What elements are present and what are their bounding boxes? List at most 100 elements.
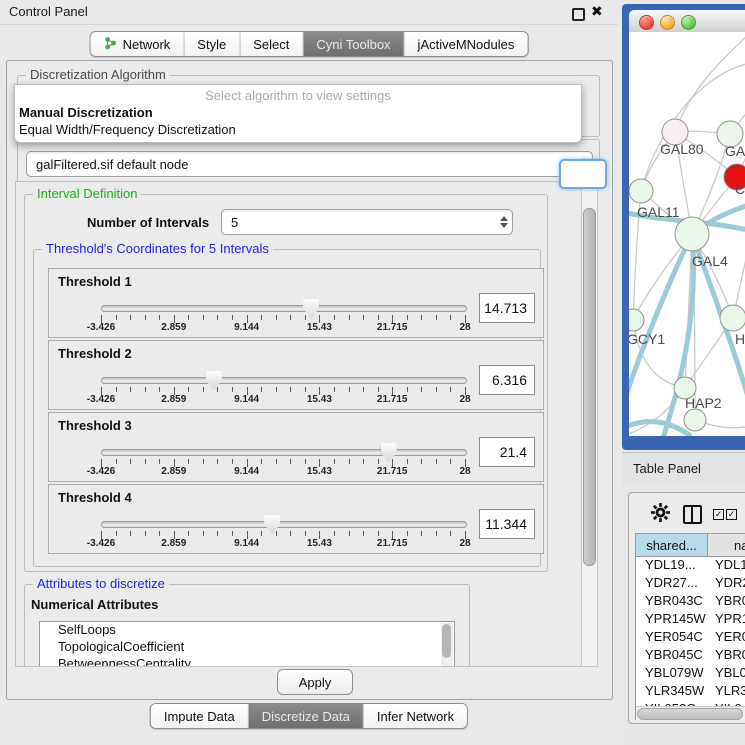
- control-panel-titlebar: Control Panel ✖: [0, 0, 618, 25]
- close-traffic-light[interactable]: [639, 15, 654, 30]
- table-row[interactable]: YER054CYER0: [636, 629, 745, 647]
- table-horizontal-scrollbar[interactable]: [636, 706, 745, 720]
- table-row[interactable]: YBL079WYBL0: [636, 665, 745, 683]
- float-window-icon[interactable]: [572, 8, 585, 21]
- tab-network[interactable]: Network: [91, 32, 185, 56]
- network-window-titlebar[interactable]: [629, 10, 745, 33]
- table-columns-icon[interactable]: [683, 505, 702, 524]
- minor-tick: [203, 531, 204, 536]
- slider-track[interactable]: [101, 449, 467, 456]
- tab-jactivemnodules[interactable]: jActiveMNodules: [405, 32, 528, 56]
- slider-thumb[interactable]: [206, 371, 222, 390]
- close-icon[interactable]: ✖: [591, 3, 603, 20]
- numerical-attributes-list[interactable]: SelfLoopsTopologicalCoefficientBetweenne…: [39, 621, 455, 667]
- table-row[interactable]: YDR27...YDR2: [636, 575, 745, 593]
- minor-tick: [188, 387, 189, 392]
- threshold-label: Threshold 3: [58, 418, 132, 433]
- GAL4-node[interactable]: [675, 217, 709, 251]
- network-icon: [104, 36, 118, 53]
- algorithm-combobox[interactable]: [559, 159, 607, 189]
- table-data-combobox[interactable]: galFiltered.sif default node: [26, 151, 593, 177]
- list-scrollbar[interactable]: [441, 623, 453, 667]
- cell-shared-name[interactable]: YPR145W: [636, 611, 708, 629]
- combo-stepper-icon[interactable]: [496, 216, 512, 228]
- network-canvas[interactable]: GAL80GACGAL11GAL4GCY1HHAP2: [629, 32, 745, 436]
- tab-cyni-toolbox[interactable]: Cyni Toolbox: [303, 32, 404, 56]
- table-row[interactable]: YPR145WYPR1: [636, 611, 745, 629]
- tab-select[interactable]: Select: [240, 32, 303, 56]
- table-browser-panel: ✓ ✓ shared... na YDL19...YDL1YDR27...YDR…: [628, 492, 745, 724]
- minor-tick: [421, 459, 422, 464]
- minor-tick: [232, 387, 233, 392]
- attribute-item-selfloops[interactable]: SelfLoops: [40, 622, 454, 639]
- settings-scrollbar[interactable]: [581, 181, 598, 667]
- cell-name[interactable]: YDR2: [708, 575, 745, 593]
- H-node[interactable]: [720, 305, 745, 331]
- threshold-value-input[interactable]: 6.316: [479, 365, 535, 395]
- slider-thumb[interactable]: [264, 515, 280, 534]
- cell-shared-name[interactable]: YDR27...: [636, 575, 708, 593]
- cell-shared-name[interactable]: YLR345W: [636, 683, 708, 701]
- attribute-item-betweennesscentrality[interactable]: BetweennessCentrality: [40, 656, 454, 667]
- cell-name[interactable]: YBR0: [708, 593, 745, 611]
- column-header-shared-name[interactable]: shared...: [636, 534, 708, 556]
- scrollbar-thumb[interactable]: [637, 708, 743, 720]
- zoom-traffic-light[interactable]: [681, 15, 696, 30]
- cell-name[interactable]: YPR1: [708, 611, 745, 629]
- scrollbar-thumb[interactable]: [583, 208, 596, 566]
- network-edge[interactable]: [675, 36, 745, 132]
- gear-icon[interactable]: [651, 503, 670, 522]
- network-edge[interactable]: [629, 422, 691, 436]
- slider-track[interactable]: [101, 305, 467, 312]
- num-intervals-combobox[interactable]: 5: [221, 209, 513, 235]
- popup-item-manual-discretization[interactable]: Manual Discretization: [19, 105, 153, 120]
- top-tab-bar: NetworkStyleSelectCyni ToolboxjActiveMNo…: [90, 31, 529, 57]
- threshold-value-input[interactable]: 14.713: [479, 293, 535, 323]
- threshold-label: Threshold 4: [58, 490, 132, 505]
- GAL11-node[interactable]: [629, 179, 653, 203]
- attribute-item-topologicalcoefficient[interactable]: TopologicalCoefficient: [40, 639, 454, 656]
- minor-tick: [130, 459, 131, 464]
- GCY1-node[interactable]: [629, 309, 644, 331]
- threshold-value-input[interactable]: 21.4: [479, 437, 535, 467]
- cell-shared-name[interactable]: YER054C: [636, 629, 708, 647]
- column-header-name[interactable]: na: [708, 534, 745, 556]
- cell-name[interactable]: YER0: [708, 629, 745, 647]
- bottom-node[interactable]: [684, 409, 706, 431]
- table-row[interactable]: YLR345WYLR3: [636, 683, 745, 701]
- node-label-gcy1: GCY1: [629, 331, 665, 347]
- threshold-panel-2: Threshold 2-3.4262.8599.14415.4321.71528…: [48, 340, 544, 410]
- slider-thumb[interactable]: [381, 443, 397, 462]
- minor-tick: [349, 387, 350, 392]
- cell-name[interactable]: YDL1: [708, 557, 745, 575]
- checkbox-icon[interactable]: ✓: [726, 509, 737, 520]
- tab-discretize-data[interactable]: Discretize Data: [249, 704, 364, 728]
- minor-tick: [436, 315, 437, 320]
- cell-name[interactable]: YLR3: [708, 683, 745, 701]
- cell-shared-name[interactable]: YBR043C: [636, 593, 708, 611]
- popup-item-equal-width-frequency[interactable]: Equal Width/Frequency Discretization: [19, 122, 236, 137]
- cell-name[interactable]: YBR0: [708, 647, 745, 665]
- checkbox-icon[interactable]: ✓: [713, 509, 724, 520]
- tab-infer-network[interactable]: Infer Network: [364, 704, 467, 728]
- tab-style[interactable]: Style: [184, 32, 240, 56]
- table-row[interactable]: YBR043CYBR0: [636, 593, 745, 611]
- cell-name[interactable]: YBL0: [708, 665, 745, 683]
- table-row[interactable]: YDL19...YDL1: [636, 557, 745, 575]
- threshold-value-input[interactable]: 11.344: [479, 509, 535, 539]
- group-title: Attributes to discretize: [33, 576, 169, 591]
- apply-button[interactable]: Apply: [277, 669, 353, 695]
- slider-track[interactable]: [101, 377, 467, 384]
- cell-shared-name[interactable]: YBR045C: [636, 647, 708, 665]
- minor-tick: [363, 459, 364, 464]
- table-toolbar: ✓ ✓: [629, 497, 745, 529]
- cell-shared-name[interactable]: YDL19...: [636, 557, 708, 575]
- cell-shared-name[interactable]: YBL079W: [636, 665, 708, 683]
- table-row[interactable]: YBR045CYBR0: [636, 647, 745, 665]
- tab-label: Impute Data: [164, 709, 235, 724]
- tab-impute-data[interactable]: Impute Data: [151, 704, 249, 728]
- minor-tick: [261, 531, 262, 536]
- minimize-traffic-light[interactable]: [660, 15, 675, 30]
- slider-track[interactable]: [101, 521, 467, 528]
- tick-label: 28: [439, 322, 491, 333]
